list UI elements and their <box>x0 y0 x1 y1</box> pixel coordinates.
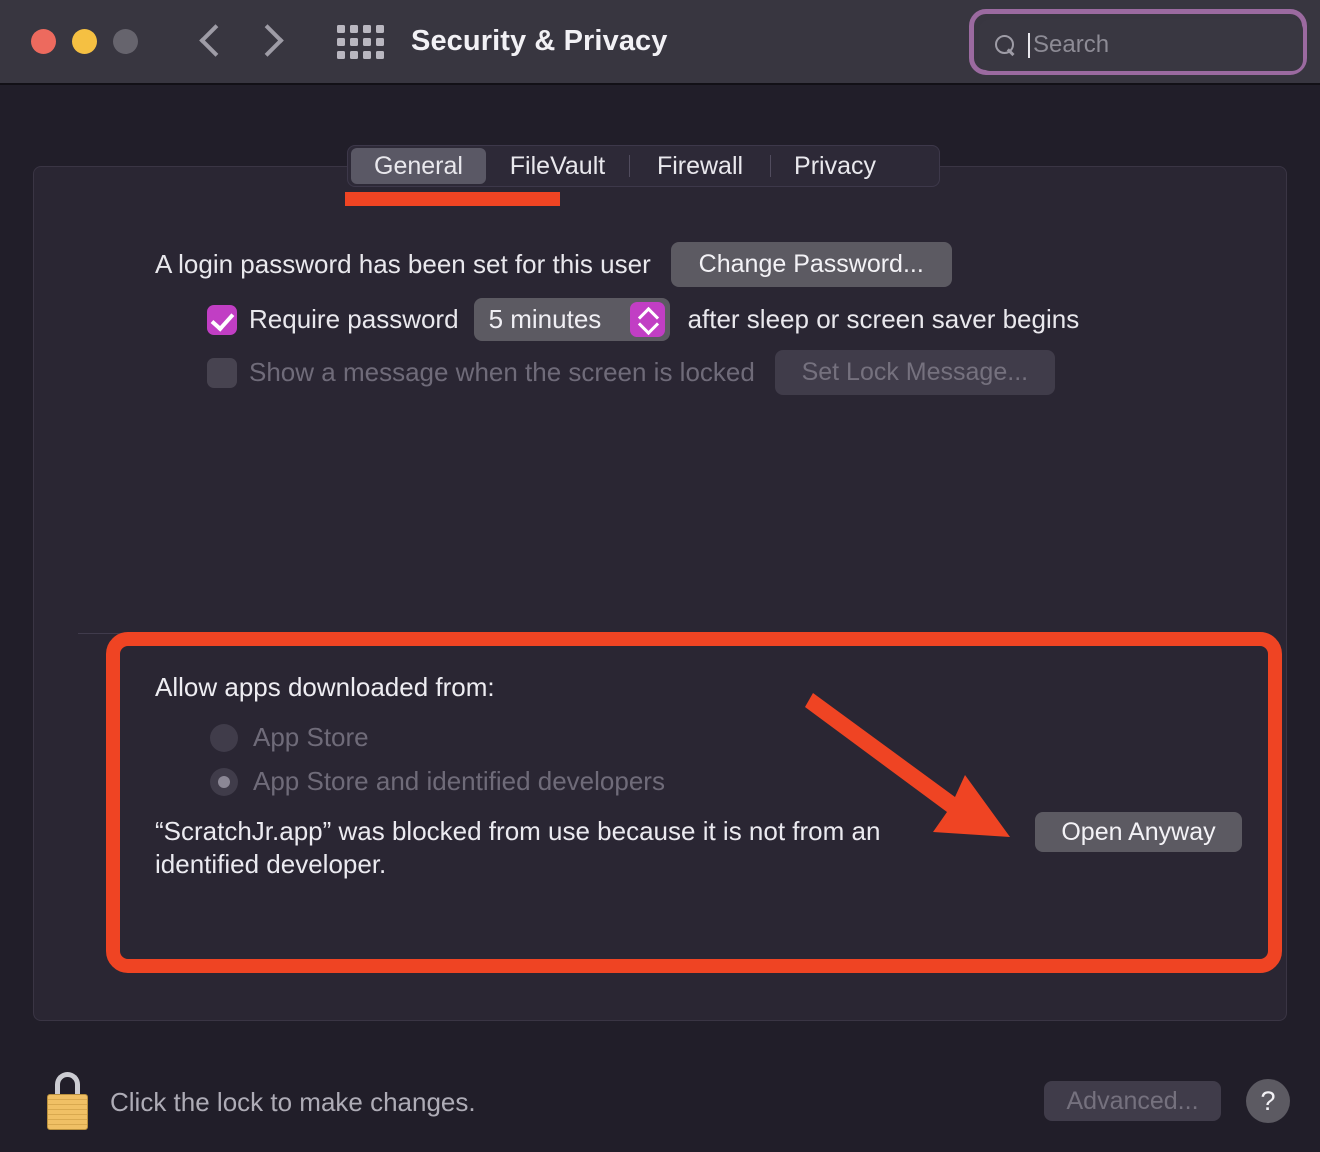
minimize-window-button[interactable] <box>72 29 97 54</box>
tab-firewall[interactable]: Firewall <box>630 148 770 184</box>
window-toolbar: Security & Privacy Search <box>0 0 1320 85</box>
set-lock-message-button[interactable]: Set Lock Message... <box>774 350 1055 395</box>
lock-body <box>47 1094 88 1130</box>
traffic-light-buttons <box>31 29 138 54</box>
chevron-left-icon[interactable] <box>200 21 226 63</box>
close-window-button[interactable] <box>31 29 56 54</box>
lock-closed-icon[interactable] <box>45 1072 90 1130</box>
show-lock-message-row: Show a message when the screen is locked… <box>207 350 1055 395</box>
show-lock-message-checkbox[interactable] <box>207 357 237 388</box>
annotation-highlight-box <box>106 632 1282 973</box>
require-password-interval-select[interactable]: 5 minutes <box>473 298 670 341</box>
help-button[interactable]: ? <box>1246 1079 1290 1123</box>
navigation-buttons <box>200 21 282 63</box>
require-password-suffix-label: after sleep or screen saver begins <box>687 304 1080 334</box>
search-icon <box>995 34 1016 56</box>
search-placeholder: Search <box>1033 31 1110 58</box>
search-input[interactable]: Search <box>979 19 1303 71</box>
search-focus-ring: Search <box>969 9 1307 75</box>
chevron-updown-icon[interactable] <box>629 302 665 337</box>
text-cursor <box>1028 32 1030 58</box>
annotation-underline-general <box>345 192 560 206</box>
require-password-interval-value: 5 minutes <box>488 304 602 334</box>
tab-filevault[interactable]: FileVault <box>486 148 629 184</box>
security-privacy-window: Security & Privacy Search General FileVa… <box>0 0 1320 1152</box>
require-password-label: Require password <box>249 304 459 334</box>
password-status-label: A login password has been set for this u… <box>155 249 651 279</box>
advanced-button[interactable]: Advanced... <box>1044 1081 1221 1121</box>
grid-view-icon[interactable] <box>337 24 384 59</box>
login-password-row: A login password has been set for this u… <box>155 242 952 287</box>
chevron-right-icon[interactable] <box>256 21 282 63</box>
require-password-checkbox[interactable] <box>207 304 237 335</box>
tab-general[interactable]: General <box>351 148 486 184</box>
tab-bar: General FileVault Firewall Privacy <box>347 145 940 187</box>
change-password-button[interactable]: Change Password... <box>670 242 952 287</box>
lock-hint-text: Click the lock to make changes. <box>110 1087 476 1117</box>
tab-privacy[interactable]: Privacy <box>771 148 899 184</box>
zoom-window-button[interactable] <box>113 29 138 54</box>
show-lock-message-label: Show a message when the screen is locked <box>249 357 755 387</box>
page-title: Security & Privacy <box>411 25 668 57</box>
annotation-arrow <box>805 693 1010 837</box>
require-password-row: Require password 5 minutes after sleep o… <box>207 298 1079 341</box>
